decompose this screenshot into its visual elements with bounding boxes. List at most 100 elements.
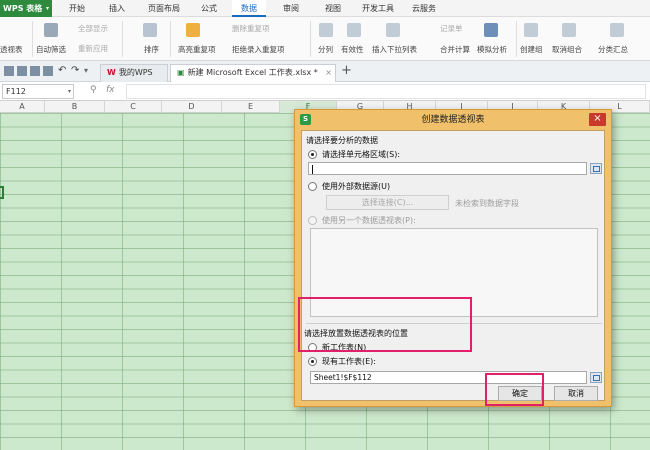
name-box[interactable]: F112 ▾ <box>2 84 74 99</box>
open-file-icon[interactable] <box>17 66 27 76</box>
split-icon <box>319 23 333 37</box>
ribbon-divider <box>516 21 517 57</box>
dialog-body: 请选择要分析的数据 请选择单元格区域(S): 使用外部数据源(U) 选择连接(C… <box>301 130 605 401</box>
what-if-icon <box>484 23 498 37</box>
ribbon-divider <box>170 21 171 57</box>
ribbon-divider <box>32 21 33 57</box>
zoom-icon[interactable]: ⚲ <box>90 85 97 95</box>
tab-cloud[interactable]: 云服务 <box>406 0 442 17</box>
tab-my-wps-label: 我的WPS <box>118 68 153 77</box>
column-header[interactable]: C <box>105 101 162 113</box>
filter-icon <box>44 23 58 37</box>
tab-page-layout[interactable]: 页面布局 <box>142 0 186 17</box>
highlight-duplicates-icon <box>186 23 200 37</box>
cancel-button[interactable]: 取消 <box>554 386 598 401</box>
cell-range-input[interactable] <box>308 162 587 175</box>
formula-input[interactable] <box>126 84 646 99</box>
tab-review[interactable]: 审阅 <box>276 0 306 17</box>
chevron-down-icon[interactable]: ▾ <box>68 85 71 98</box>
radio-existing-sheet[interactable] <box>308 357 317 366</box>
radio-cell-range[interactable] <box>308 150 317 159</box>
wps-spreadsheet-icon: S <box>300 114 311 125</box>
redo-icon[interactable]: ↷ <box>71 66 81 76</box>
validity-icon <box>347 23 361 37</box>
tab-my-wps[interactable]: W 我的WPS <box>100 64 168 82</box>
subtotal-button[interactable]: 分类汇总 <box>598 44 628 55</box>
selected-cell-indicator <box>0 186 4 199</box>
text-caret <box>312 164 313 174</box>
insert-function-icon[interactable]: fx <box>106 85 115 95</box>
close-button[interactable]: × <box>589 113 606 126</box>
split-columns-button[interactable]: 分列 <box>318 44 333 55</box>
delete-duplicates-button[interactable]: 删除重复项 <box>232 23 270 34</box>
what-if-analysis-button[interactable]: 模拟分析 <box>477 44 507 55</box>
radio-other-pivot[interactable] <box>308 216 317 225</box>
spreadsheet-icon: ▣ <box>177 68 185 77</box>
group-icon <box>524 23 538 37</box>
dropdown-list-icon <box>386 23 400 37</box>
wps-w-icon: W <box>107 68 116 77</box>
menu-bar: WPS 表格 ▾ 开始 插入 页面布局 公式 数据 审阅 视图 开发工具 云服务 <box>0 0 650 17</box>
new-tab-button[interactable]: + <box>341 63 352 78</box>
chevron-down-icon: ▾ <box>45 5 49 12</box>
location-input[interactable]: Sheet1!$F$112 <box>310 371 587 384</box>
highlight-ok-button <box>485 373 544 406</box>
ungroup-icon <box>562 23 576 37</box>
sort-button[interactable]: 排序 <box>144 44 159 55</box>
insert-dropdown-button[interactable]: 插入下拉列表 <box>372 44 417 55</box>
create-pivot-table-dialog: 创建数据透视表 S × 请选择要分析的数据 请选择单元格区域(S): 使用外部数… <box>294 109 612 407</box>
record-form-button[interactable]: 记录单 <box>440 23 463 34</box>
preview-icon[interactable] <box>43 66 53 76</box>
app-logo-label: WPS 表格 <box>3 4 43 13</box>
radio-external-source[interactable] <box>308 182 317 191</box>
section-source-heading: 请选择要分析的数据 <box>306 136 378 145</box>
sort-icon <box>143 23 157 37</box>
tab-home[interactable]: 开始 <box>62 0 92 17</box>
column-header[interactable]: D <box>162 101 222 113</box>
tab-formulas[interactable]: 公式 <box>194 0 224 17</box>
new-file-icon[interactable] <box>4 66 14 76</box>
tab-active-workbook[interactable]: ▣ 新建 Microsoft Excel 工作表.xlsx * × <box>170 64 336 82</box>
close-tab-icon[interactable]: × <box>325 65 332 81</box>
reapply-button[interactable]: 重新应用 <box>78 43 108 54</box>
column-header[interactable]: A <box>0 101 45 113</box>
quick-access-bar: ↶ ↷ ▾ W 我的WPS ▣ 新建 Microsoft Excel 工作表.xls… <box>0 61 650 82</box>
ribbon-divider <box>122 21 123 57</box>
ribbon-data: 透视表 自动筛选 全部显示 重新应用 排序 高亮重复项 删除重复项 拒绝录入重复… <box>0 17 650 61</box>
show-all-button[interactable]: 全部显示 <box>78 23 108 34</box>
validity-button[interactable]: 有效性 <box>341 44 364 55</box>
tab-data[interactable]: 数据 <box>232 0 266 17</box>
radio-existing-sheet-label[interactable]: 现有工作表(E): <box>322 356 376 367</box>
radio-other-pivot-label[interactable]: 使用另一个数据透视表(P): <box>322 215 416 226</box>
highlight-duplicates-button[interactable]: 高亮重复项 <box>178 44 216 55</box>
dialog-titlebar[interactable]: 创建数据透视表 S × <box>295 110 611 130</box>
tab-view[interactable]: 视图 <box>318 0 348 17</box>
column-header[interactable]: B <box>45 101 105 113</box>
auto-filter-button[interactable]: 自动筛选 <box>36 44 66 55</box>
no-fields-note: 未检索到数据字段 <box>455 199 519 208</box>
radio-external-source-label[interactable]: 使用外部数据源(U) <box>322 181 390 192</box>
choose-connection-button[interactable]: 选择连接(C)... <box>326 195 449 210</box>
tab-workbook-label: 新建 Microsoft Excel 工作表.xlsx * <box>187 68 318 77</box>
print-icon[interactable] <box>30 66 40 76</box>
reject-duplicates-button[interactable]: 拒绝录入重复项 <box>232 44 285 55</box>
highlight-location-section <box>298 297 472 352</box>
name-box-value: F112 <box>6 87 26 96</box>
pivot-table-button[interactable]: 透视表 <box>0 44 23 55</box>
range-picker-icon[interactable] <box>590 163 602 174</box>
location-value: Sheet1!$F$112 <box>314 373 372 382</box>
ungroup-button[interactable]: 取消组合 <box>552 44 582 55</box>
tab-insert[interactable]: 插入 <box>102 0 132 17</box>
create-group-button[interactable]: 创建组 <box>520 44 543 55</box>
undo-icon[interactable]: ↶ <box>58 66 68 76</box>
merge-calc-button[interactable]: 合并计算 <box>440 44 470 55</box>
location-picker-icon[interactable] <box>590 372 602 383</box>
radio-cell-range-label[interactable]: 请选择单元格区域(S): <box>322 149 400 160</box>
ribbon-divider <box>310 21 311 57</box>
wps-app-menu[interactable]: WPS 表格 ▾ <box>0 0 52 17</box>
formula-bar: F112 ▾ ⚲ fx <box>0 82 650 101</box>
column-header[interactable]: E <box>222 101 280 113</box>
tab-developer[interactable]: 开发工具 <box>356 0 400 17</box>
chevron-down-icon[interactable]: ▾ <box>84 66 94 76</box>
subtotal-icon <box>610 23 624 37</box>
